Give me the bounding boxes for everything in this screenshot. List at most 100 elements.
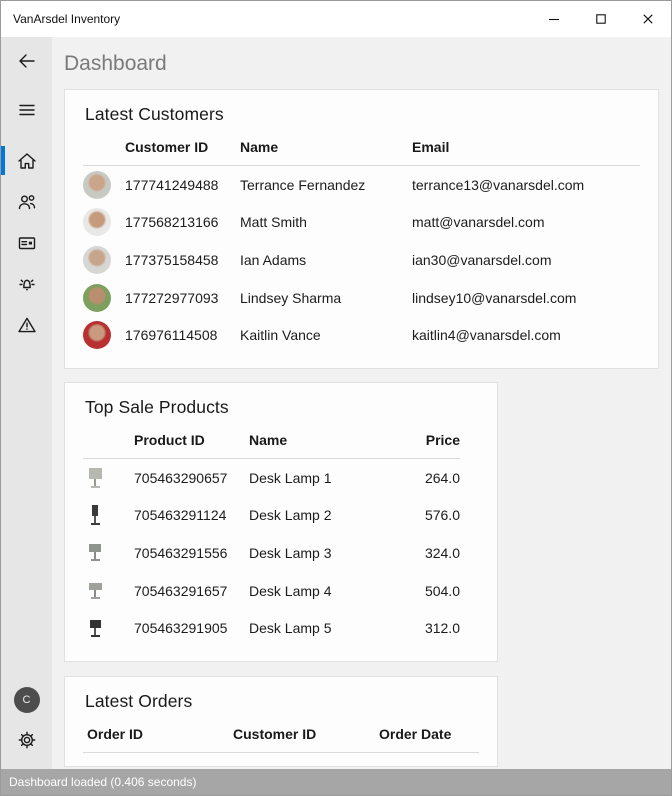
status-message: Dashboard loaded (0.406 seconds) — [9, 775, 196, 789]
lamp-shade — [89, 468, 102, 479]
customer-row[interactable]: 177272977093Lindsey Sharmalindsey10@vana… — [83, 279, 640, 317]
product-name-cell: Desk Lamp 1 — [249, 470, 402, 486]
latest-customers-card: Latest Customers Customer ID Name Email … — [64, 89, 659, 369]
customers-rows: 177741249488Terrance Fernandezterrance13… — [83, 166, 640, 354]
customers-col-customer-id: Customer ID — [125, 139, 240, 155]
customers-card-title: Latest Customers — [85, 104, 640, 125]
main-content: Dashboard Latest Customers Customer ID N… — [52, 37, 671, 769]
table-header-divider — [83, 752, 479, 753]
customer-row[interactable]: 176976114508Kaitlin Vancekaitlin4@vanars… — [83, 316, 640, 354]
app-body: C Dashboard Latest Customers Customer ID… — [1, 37, 671, 769]
product-row[interactable]: 705463290657Desk Lamp 1264.0 — [83, 459, 460, 497]
ringing-bell-icon — [17, 274, 37, 294]
titlebar: VanArsdel Inventory — [1, 1, 671, 37]
lamp-base — [91, 559, 100, 561]
product-name-cell: Desk Lamp 2 — [249, 507, 402, 523]
window-title: VanArsdel Inventory — [13, 12, 120, 26]
products-rows: 705463290657Desk Lamp 1264.0705463291124… — [83, 459, 479, 647]
lamp-base — [91, 635, 100, 637]
status-bar: Dashboard loaded (0.406 seconds) — [1, 769, 671, 795]
customer-name-cell: Kaitlin Vance — [240, 327, 412, 343]
lamp-stem — [94, 516, 96, 523]
settings-button[interactable] — [1, 720, 52, 760]
back-arrow-icon — [17, 51, 37, 71]
navigation-sidebar: C — [1, 37, 52, 769]
product-lamp-icon — [83, 505, 107, 525]
customer-row[interactable]: 177741249488Terrance Fernandezterrance13… — [83, 166, 640, 204]
lamp-stem — [94, 590, 96, 597]
product-name-cell: Desk Lamp 3 — [249, 545, 402, 561]
product-row[interactable]: 705463291556Desk Lamp 3324.0 — [83, 534, 460, 572]
customer-avatar — [83, 284, 111, 312]
sidebar-item-home[interactable] — [1, 140, 52, 181]
customer-row[interactable]: 177375158458Ian Adamsian30@vanarsdel.com — [83, 241, 640, 279]
customer-id-cell: 177741249488 — [125, 177, 240, 193]
card-list-icon — [17, 233, 37, 253]
product-id-cell: 705463290657 — [134, 470, 249, 486]
product-price-cell: 324.0 — [402, 545, 460, 561]
customer-avatar — [83, 321, 111, 349]
sidebar-item-orders[interactable] — [1, 222, 52, 263]
customers-table-header: Customer ID Name Email — [83, 137, 640, 157]
customer-name-cell: Ian Adams — [240, 252, 412, 268]
products-col-price: Price — [402, 432, 460, 448]
product-price-cell: 576.0 — [402, 507, 460, 523]
sidebar-item-issues[interactable] — [1, 304, 52, 345]
customer-name-cell: Terrance Fernandez — [240, 177, 412, 193]
home-icon — [17, 151, 37, 171]
product-id-cell: 705463291657 — [134, 583, 249, 599]
page-title: Dashboard — [64, 52, 671, 76]
close-button[interactable] — [624, 1, 671, 37]
customer-avatar — [83, 246, 111, 274]
maximize-button[interactable] — [577, 1, 624, 37]
back-button[interactable] — [1, 41, 52, 81]
product-price-cell: 504.0 — [402, 583, 460, 599]
lamp-shade — [92, 505, 98, 516]
hamburger-menu-button[interactable] — [1, 90, 52, 130]
customers-col-email: Email — [412, 139, 640, 155]
lamp-shade — [90, 620, 101, 628]
orders-col-order-date: Order Date — [379, 726, 479, 742]
sidebar-item-customers[interactable] — [1, 181, 52, 222]
customer-email-cell: ian30@vanarsdel.com — [412, 252, 640, 268]
sidebar-item-alerts[interactable] — [1, 263, 52, 304]
orders-table-header: Order ID Customer ID Order Date — [83, 724, 479, 744]
product-lamp-icon — [83, 544, 107, 561]
product-id-cell: 705463291905 — [134, 620, 249, 636]
account-button[interactable]: C — [14, 687, 40, 713]
people-icon — [17, 192, 37, 212]
latest-orders-card: Latest Orders Order ID Customer ID Order… — [64, 676, 498, 767]
customer-avatar — [83, 171, 111, 199]
product-id-cell: 705463291124 — [134, 507, 249, 523]
product-name-cell: Desk Lamp 4 — [249, 583, 402, 599]
product-name-cell: Desk Lamp 5 — [249, 620, 402, 636]
lamp-base — [91, 597, 100, 599]
product-row[interactable]: 705463291905Desk Lamp 5312.0 — [83, 609, 460, 647]
customer-avatar — [83, 208, 111, 236]
product-lamp-icon — [83, 468, 107, 488]
customer-row[interactable]: 177568213166Matt Smithmatt@vanarsdel.com — [83, 204, 640, 242]
customer-id-cell: 177272977093 — [125, 290, 240, 306]
lamp-shade — [89, 583, 102, 590]
product-row[interactable]: 705463291124Desk Lamp 2576.0 — [83, 497, 460, 535]
product-row[interactable]: 705463291657Desk Lamp 4504.0 — [83, 572, 460, 610]
maximize-icon — [593, 11, 609, 27]
customer-id-cell: 176976114508 — [125, 327, 240, 343]
top-sale-products-card: Top Sale Products Product ID Name Price … — [64, 382, 498, 662]
gear-icon — [17, 730, 37, 750]
minimize-button[interactable] — [530, 1, 577, 37]
lamp-stem — [94, 479, 96, 486]
product-id-cell: 705463291556 — [134, 545, 249, 561]
app-window: VanArsdel Inventory — [0, 0, 672, 796]
lamp-stem — [94, 552, 96, 559]
close-icon — [640, 11, 656, 27]
caption-buttons — [530, 1, 671, 37]
products-card-title: Top Sale Products — [85, 397, 479, 418]
customer-id-cell: 177568213166 — [125, 214, 240, 230]
nav-items — [1, 140, 52, 345]
lamp-base — [91, 486, 100, 488]
lamp-base — [91, 523, 100, 525]
customer-email-cell: matt@vanarsdel.com — [412, 214, 640, 230]
customer-name-cell: Matt Smith — [240, 214, 412, 230]
product-lamp-icon — [83, 620, 107, 637]
